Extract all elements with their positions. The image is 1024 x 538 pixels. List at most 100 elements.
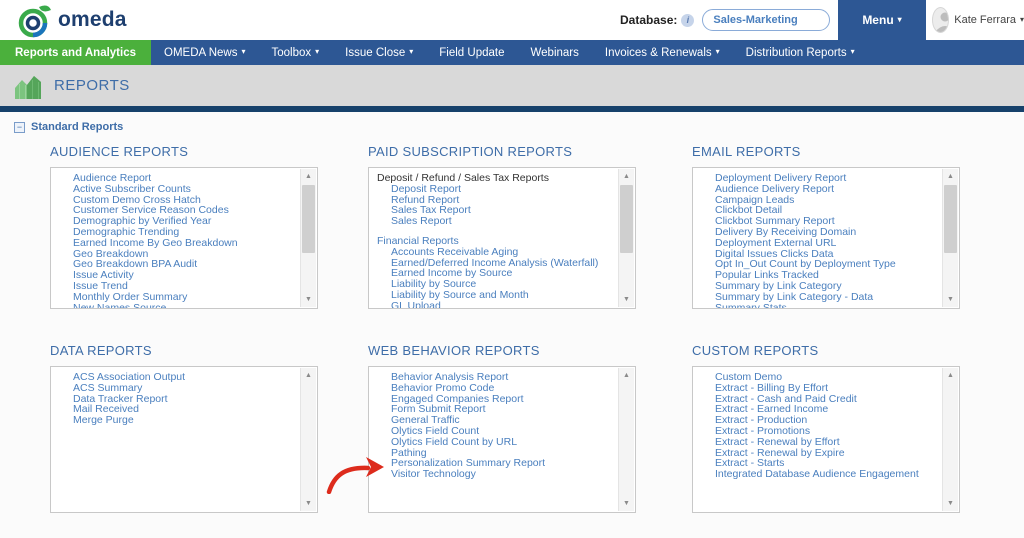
report-link-behavior-analysis-report[interactable]: Behavior Analysis Report (369, 372, 617, 383)
nav-tab-issue-close[interactable]: Issue Close▾ (332, 40, 426, 65)
report-link-summary-by-link-category-data[interactable]: Summary by Link Category - Data (693, 292, 941, 303)
scrollbar[interactable]: ▲▼ (300, 368, 316, 511)
report-link-acs-association-output[interactable]: ACS Association Output (51, 372, 299, 383)
report-link-customer-service-reason-codes[interactable]: Customer Service Reason Codes (51, 205, 299, 216)
scrollbar[interactable]: ▲▼ (618, 368, 634, 511)
scroll-up-icon[interactable]: ▲ (943, 169, 958, 184)
report-link-earned-income-by-geo-breakdown[interactable]: Earned Income By Geo Breakdown (51, 238, 299, 249)
report-link-accounts-receivable-aging[interactable]: Accounts Receivable Aging (369, 247, 617, 258)
user-menu[interactable]: Kate Ferrara ▾ (926, 0, 1024, 40)
report-link-olytics-field-count[interactable]: Olytics Field Count (369, 426, 617, 437)
scrollbar[interactable]: ▲▼ (942, 368, 958, 511)
section-label: Standard Reports (31, 121, 123, 133)
omeda-logo[interactable]: omeda (16, 1, 127, 39)
report-link-engaged-companies-report[interactable]: Engaged Companies Report (369, 394, 617, 405)
report-link-issue-activity[interactable]: Issue Activity (51, 270, 299, 281)
report-link-liability-by-source-and-month[interactable]: Liability by Source and Month (369, 290, 617, 301)
group-title: WEB BEHAVIOR REPORTS (368, 343, 636, 358)
scroll-down-icon[interactable]: ▼ (943, 292, 958, 307)
report-link-sales-tax-report[interactable]: Sales Tax Report (369, 205, 617, 216)
menu-button[interactable]: Menu ▾ (838, 0, 926, 40)
scroll-down-icon[interactable]: ▼ (619, 292, 634, 307)
report-link-integrated-database-audience-engagement[interactable]: Integrated Database Audience Engagement (693, 469, 941, 480)
report-link-campaign-leads[interactable]: Campaign Leads (693, 195, 941, 206)
report-link-extract-promotions[interactable]: Extract - Promotions (693, 426, 941, 437)
nav-tab-field-update[interactable]: Field Update (426, 40, 517, 65)
report-link-gl-upload[interactable]: GL Upload (369, 301, 617, 309)
report-link-extract-renewal-by-effort[interactable]: Extract - Renewal by Effort (693, 437, 941, 448)
scrollbar-thumb[interactable] (302, 185, 315, 253)
report-link-extract-production[interactable]: Extract - Production (693, 415, 941, 426)
report-link-visitor-technology[interactable]: Visitor Technology (369, 469, 617, 480)
scroll-up-icon[interactable]: ▲ (943, 368, 958, 383)
report-link-active-subscriber-counts[interactable]: Active Subscriber Counts (51, 184, 299, 195)
report-link-deployment-delivery-report[interactable]: Deployment Delivery Report (693, 173, 941, 184)
report-link-geo-breakdown-bpa-audit[interactable]: Geo Breakdown BPA Audit (51, 259, 299, 270)
nav-tab-webinars[interactable]: Webinars (518, 40, 592, 65)
scrollbar-thumb[interactable] (944, 185, 957, 253)
report-link-extract-cash-and-paid-credit[interactable]: Extract - Cash and Paid Credit (693, 394, 941, 405)
scroll-down-icon[interactable]: ▼ (301, 496, 316, 511)
report-link-data-tracker-report[interactable]: Data Tracker Report (51, 394, 299, 405)
report-link-mail-received[interactable]: Mail Received (51, 404, 299, 415)
report-link-summary-by-link-category[interactable]: Summary by Link Category (693, 281, 941, 292)
report-link-summary-stats[interactable]: Summary Stats (693, 303, 941, 309)
scroll-up-icon[interactable]: ▲ (619, 368, 634, 383)
nav-tab-invoices-renewals[interactable]: Invoices & Renewals▾ (592, 40, 733, 65)
report-link-audience-report[interactable]: Audience Report (51, 173, 299, 184)
scroll-up-icon[interactable]: ▲ (619, 169, 634, 184)
report-link-olytics-field-count-by-url[interactable]: Olytics Field Count by URL (369, 437, 617, 448)
scrollbar[interactable]: ▲▼ (618, 169, 634, 307)
report-link-extract-starts[interactable]: Extract - Starts (693, 458, 941, 469)
report-link-personalization-summary-report[interactable]: Personalization Summary Report (369, 458, 617, 469)
collapse-minus-icon[interactable]: − (14, 122, 25, 133)
nav-tab-distribution-reports[interactable]: Distribution Reports▾ (733, 40, 868, 65)
report-link-form-submit-report[interactable]: Form Submit Report (369, 404, 617, 415)
report-link-deposit-report[interactable]: Deposit Report (369, 184, 617, 195)
report-link-sales-report[interactable]: Sales Report (369, 216, 617, 227)
report-link-custom-demo[interactable]: Custom Demo (693, 372, 941, 383)
nav-tab-reports-and-analytics[interactable]: Reports and Analytics (0, 40, 151, 65)
report-link-delivery-by-receiving-domain[interactable]: Delivery By Receiving Domain (693, 227, 941, 238)
report-link-earned-income-by-source[interactable]: Earned Income by Source (369, 268, 617, 279)
report-link-extract-renewal-by-expire[interactable]: Extract - Renewal by Expire (693, 448, 941, 459)
nav-tab-omeda-news[interactable]: OMEDA News▾ (151, 40, 259, 65)
report-link-clickbot-detail[interactable]: Clickbot Detail (693, 205, 941, 216)
scrollbar[interactable]: ▲▼ (942, 169, 958, 307)
scroll-up-icon[interactable]: ▲ (301, 368, 316, 383)
report-link-digital-issues-clicks-data[interactable]: Digital Issues Clicks Data (693, 249, 941, 260)
report-link-demographic-trending[interactable]: Demographic Trending (51, 227, 299, 238)
scrollbar-thumb[interactable] (620, 185, 633, 253)
report-link-monthly-order-summary[interactable]: Monthly Order Summary (51, 292, 299, 303)
scroll-up-icon[interactable]: ▲ (301, 169, 316, 184)
report-link-new-names-source[interactable]: New Names Source (51, 303, 299, 309)
report-link-clickbot-summary-report[interactable]: Clickbot Summary Report (693, 216, 941, 227)
standard-reports-toggle[interactable]: − Standard Reports (14, 121, 123, 133)
report-link-pathing[interactable]: Pathing (369, 448, 617, 459)
report-link-extract-earned-income[interactable]: Extract - Earned Income (693, 404, 941, 415)
report-link-popular-links-tracked[interactable]: Popular Links Tracked (693, 270, 941, 281)
scroll-down-icon[interactable]: ▼ (301, 292, 316, 307)
report-link-geo-breakdown[interactable]: Geo Breakdown (51, 249, 299, 260)
report-link-issue-trend[interactable]: Issue Trend (51, 281, 299, 292)
report-link-behavior-promo-code[interactable]: Behavior Promo Code (369, 383, 617, 394)
scroll-down-icon[interactable]: ▼ (619, 496, 634, 511)
report-link-opt-in-out-count-by-deployment-type[interactable]: Opt In_Out Count by Deployment Type (693, 259, 941, 270)
report-link-earned-deferred-income-analysis-waterfall[interactable]: Earned/Deferred Income Analysis (Waterfa… (369, 258, 617, 269)
nav-tab-toolbox[interactable]: Toolbox▾ (259, 40, 333, 65)
report-link-custom-demo-cross-hatch[interactable]: Custom Demo Cross Hatch (51, 195, 299, 206)
report-link-demographic-by-verified-year[interactable]: Demographic by Verified Year (51, 216, 299, 227)
database-input[interactable] (702, 9, 830, 31)
report-link-liability-by-source[interactable]: Liability by Source (369, 279, 617, 290)
report-link-acs-summary[interactable]: ACS Summary (51, 383, 299, 394)
scrollbar[interactable]: ▲▼ (300, 169, 316, 307)
scroll-down-icon[interactable]: ▼ (943, 496, 958, 511)
report-link-general-traffic[interactable]: General Traffic (369, 415, 617, 426)
report-link-merge-purge[interactable]: Merge Purge (51, 415, 299, 426)
report-link-deployment-external-url[interactable]: Deployment External URL (693, 238, 941, 249)
report-link-refund-report[interactable]: Refund Report (369, 195, 617, 206)
report-link-extract-billing-by-effort[interactable]: Extract - Billing By Effort (693, 383, 941, 394)
report-link-financial-reports[interactable]: Financial Reports (369, 236, 617, 247)
report-link-audience-delivery-report[interactable]: Audience Delivery Report (693, 184, 941, 195)
info-icon[interactable]: i (681, 14, 694, 27)
